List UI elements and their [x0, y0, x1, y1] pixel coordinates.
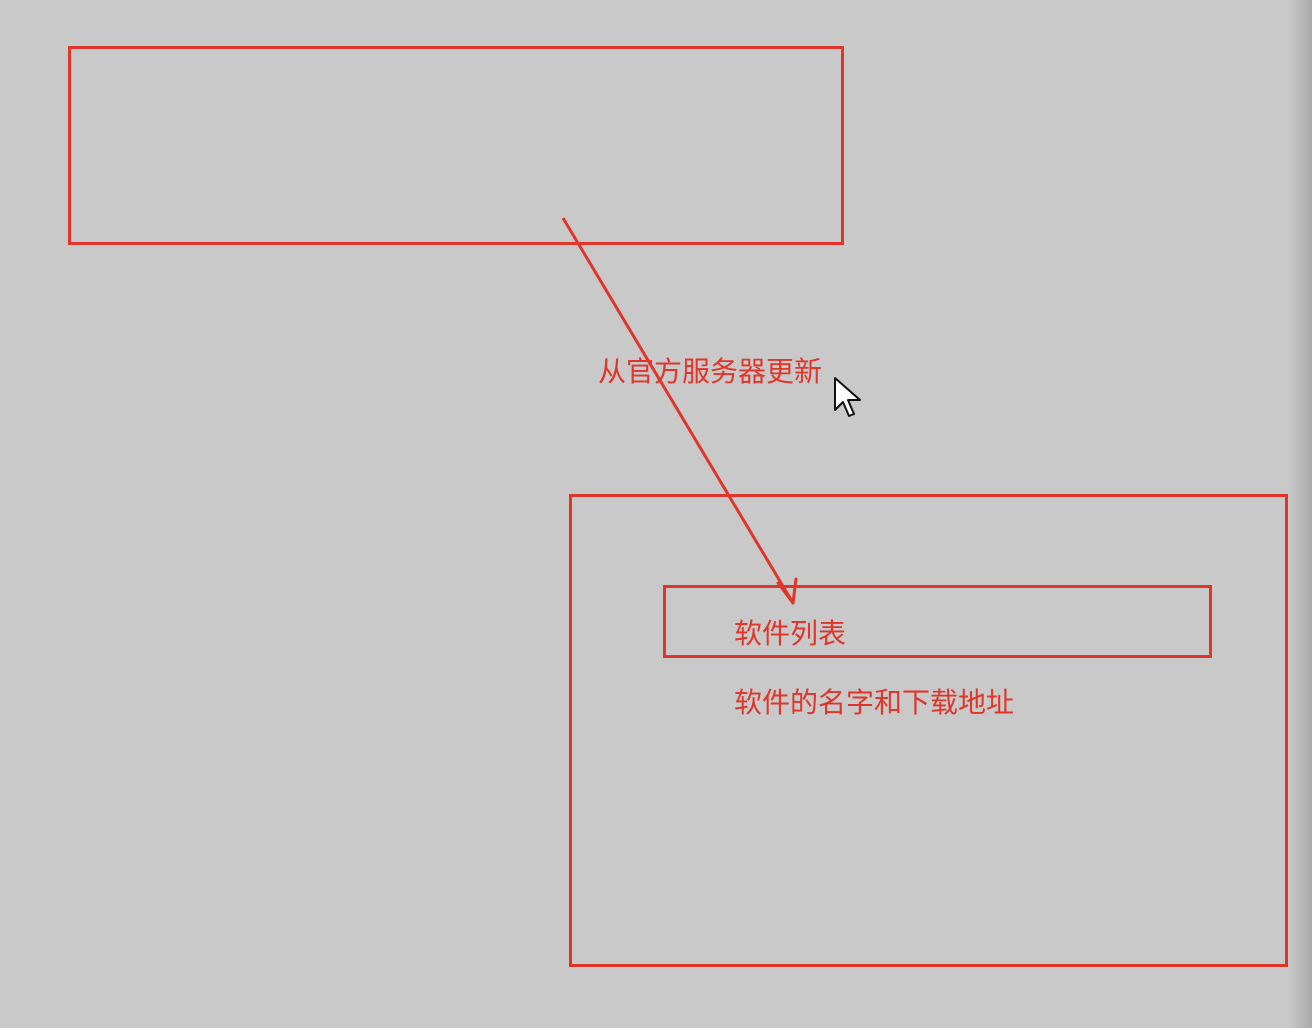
diagram-overlay: [561, 217, 861, 605]
mouse-pointer-icon: [834, 377, 861, 417]
update-arrow-line: [561, 217, 795, 604]
diagram-canvas: 从官方服务器更新 软件列表 软件的名字和下载地址: [0, 0, 1312, 1028]
